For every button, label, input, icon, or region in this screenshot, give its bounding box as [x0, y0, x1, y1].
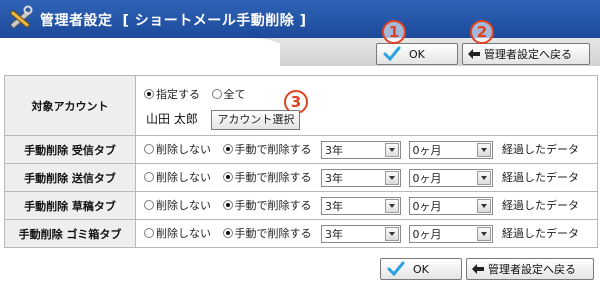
back-button-label: 管理者設定へ戻る [488, 263, 576, 276]
chevron-down-icon [385, 198, 399, 213]
ok-button-label: OK [413, 262, 429, 276]
sent-row: 手動削除 送信タブ 削除しない 手動で削除する 3年 0ヶ月 経過したデータ [4, 163, 598, 192]
elapsed-label: 経過したデータ [502, 226, 579, 240]
row-value: 削除しない 手動で削除する 3年 0ヶ月 経過したデータ [135, 135, 598, 164]
radio-manual-delete-label: 手動で削除する [234, 170, 312, 184]
radio-all-label: 全て [223, 87, 246, 101]
months-select[interactable]: 0ヶ月 [408, 196, 493, 215]
target-account-row: 対象アカウント 指定する 全て 山田 太郎 アカウント選択 [4, 75, 598, 136]
years-select[interactable]: 3年 [321, 168, 401, 187]
months-value: 0ヶ月 [412, 199, 442, 213]
radio-manual-delete-label: 手動で削除する [234, 142, 312, 156]
back-to-admin-button-bottom[interactable]: 管理者設定へ戻る [466, 258, 594, 280]
months-value: 0ヶ月 [412, 227, 442, 241]
months-value: 0ヶ月 [412, 143, 442, 157]
months-value: 0ヶ月 [412, 171, 442, 185]
chevron-down-icon [476, 226, 491, 241]
marker-2: 2 [470, 20, 494, 44]
back-to-admin-button-top[interactable]: 管理者設定へ戻る [462, 43, 590, 65]
back-arrow-icon [472, 264, 484, 274]
chevron-down-icon [476, 170, 491, 185]
row-value: 削除しない 手動で削除する 3年 0ヶ月 経過したデータ [135, 219, 598, 248]
inbox-row: 手動削除 受信タブ 削除しない 手動で削除する 3年 0ヶ月 経過したデータ [4, 135, 598, 164]
years-value: 3年 [325, 227, 343, 241]
radio-manual-delete[interactable] [222, 171, 233, 182]
chevron-down-icon [385, 142, 399, 157]
radio-no-delete-label: 削除しない [156, 226, 211, 240]
marker-1: 1 [382, 20, 406, 44]
radio-manual-delete-label: 手動で削除する [234, 226, 312, 240]
radio-no-delete-label: 削除しない [156, 198, 211, 212]
page-subtitle: [ ショートメール手動削除 ] [122, 13, 307, 29]
radio-no-delete[interactable] [144, 171, 154, 182]
tools-icon [10, 5, 33, 29]
radio-no-delete-label: 削除しない [156, 142, 211, 156]
radio-no-delete-label: 削除しない [156, 170, 211, 184]
years-select[interactable]: 3年 [321, 196, 401, 215]
row-value: 削除しない 手動で削除する 3年 0ヶ月 経過したデータ [135, 191, 598, 220]
radio-all[interactable] [211, 88, 222, 99]
drafts-row: 手動削除 草稿タブ 削除しない 手動で削除する 3年 0ヶ月 経過したデータ [4, 191, 598, 220]
radio-manual-delete[interactable] [222, 199, 233, 210]
elapsed-label: 経過したデータ [502, 170, 579, 184]
radio-manual-delete[interactable] [222, 227, 233, 238]
chevron-down-icon [476, 142, 491, 157]
elapsed-label: 経過したデータ [502, 198, 579, 212]
years-select[interactable]: 3年 [321, 224, 401, 243]
chevron-down-icon [476, 198, 491, 213]
years-value: 3年 [325, 171, 343, 185]
trash-row: 手動削除 ゴミ箱タブ 削除しない 手動で削除する 3年 0ヶ月 経過したデータ [4, 219, 598, 248]
years-select[interactable]: 3年 [321, 140, 401, 159]
account-name: 山田 太郎 [146, 111, 198, 126]
check-icon [383, 46, 401, 62]
months-select[interactable]: 0ヶ月 [408, 224, 493, 243]
settings-table: 対象アカウント 指定する 全て 山田 太郎 アカウント選択 手動削除 受信タブ … [4, 75, 598, 248]
back-button-label: 管理者設定へ戻る [484, 48, 572, 61]
target-account-label: 対象アカウント [4, 75, 136, 136]
years-value: 3年 [325, 199, 343, 213]
months-select[interactable]: 0ヶ月 [408, 140, 493, 159]
chevron-down-icon [385, 170, 399, 185]
row-label: 手動削除 受信タブ [4, 135, 136, 164]
check-icon [387, 261, 405, 277]
radio-no-delete[interactable] [144, 199, 154, 210]
radio-manual-delete-label: 手動で削除する [234, 198, 312, 212]
target-account-value: 指定する 全て 山田 太郎 アカウント選択 [135, 75, 598, 136]
years-value: 3年 [325, 143, 343, 157]
row-value: 削除しない 手動で削除する 3年 0ヶ月 経過したデータ [135, 163, 598, 192]
elapsed-label: 経過したデータ [502, 142, 579, 156]
chevron-down-icon [385, 226, 399, 241]
radio-no-delete[interactable] [144, 227, 154, 238]
ok-button-label: OK [409, 47, 425, 61]
ok-button-bottom[interactable]: OK [380, 258, 462, 280]
title-bar: 管理者設定[ ショートメール手動削除 ] [0, 0, 600, 38]
radio-specify-label: 指定する [156, 87, 200, 101]
radio-manual-delete[interactable] [222, 143, 233, 154]
back-arrow-icon [468, 49, 480, 59]
radio-no-delete[interactable] [144, 143, 154, 154]
row-label: 手動削除 草稿タブ [4, 191, 136, 220]
ok-button-top[interactable]: OK [376, 43, 458, 65]
months-select[interactable]: 0ヶ月 [408, 168, 493, 187]
page-title: 管理者設定[ ショートメール手動削除 ] [40, 13, 307, 29]
account-select-button[interactable]: アカウント選択 [211, 109, 301, 130]
radio-specify[interactable] [144, 88, 154, 99]
row-label: 手動削除 ゴミ箱タブ [4, 219, 136, 248]
row-label: 手動削除 送信タブ [4, 163, 136, 192]
